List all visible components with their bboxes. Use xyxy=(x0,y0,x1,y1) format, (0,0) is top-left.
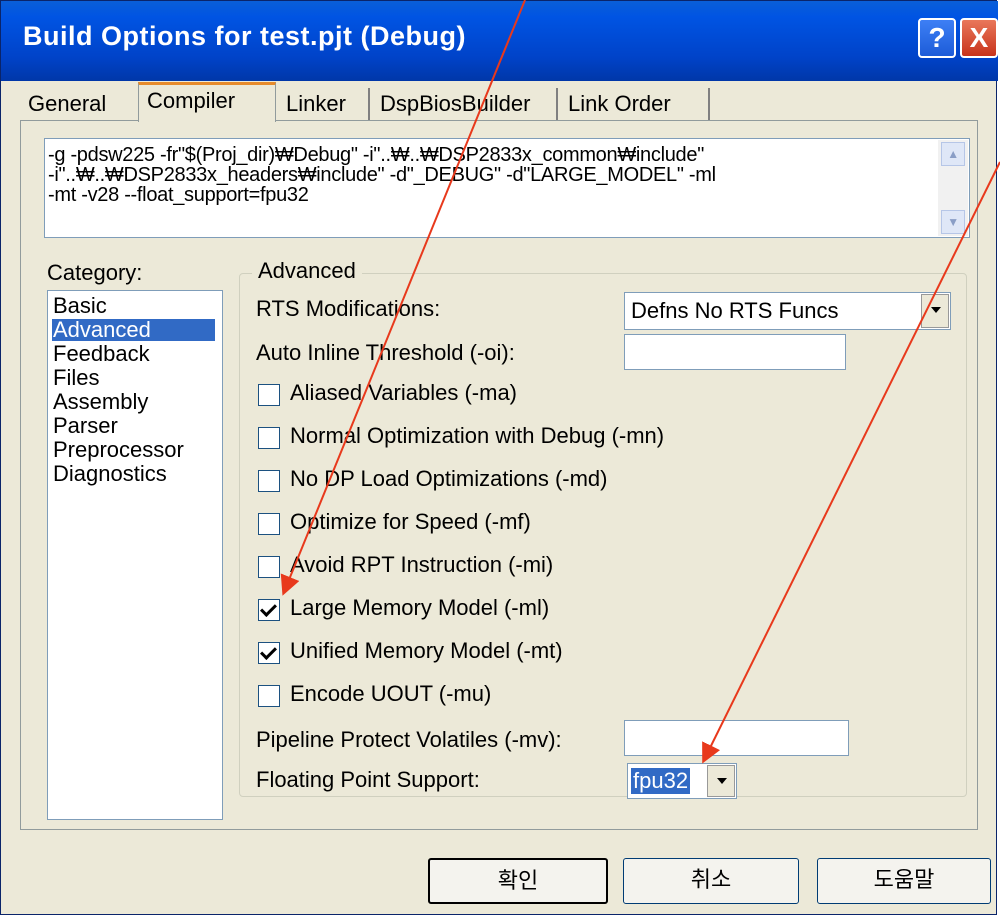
encode-uout-checkbox[interactable] xyxy=(258,685,280,707)
category-item-diagnostics[interactable]: Diagnostics xyxy=(53,463,167,485)
category-item-parser[interactable]: Parser xyxy=(53,415,118,437)
pipeline-protect-input[interactable] xyxy=(624,720,849,756)
advanced-group-title: Advanced xyxy=(252,258,362,284)
command-line-textarea[interactable]: -g -pdsw225 -fr"$(Proj_dir)₩Debug" -i"..… xyxy=(44,138,970,238)
unified-memory-model-checkbox[interactable] xyxy=(258,642,280,664)
aliased-variables-label: Aliased Variables (-ma) xyxy=(290,380,518,405)
avoid-rpt-checkbox[interactable] xyxy=(258,556,280,578)
avoid-rpt-label: Avoid RPT Instruction (-mi) xyxy=(290,552,554,577)
normal-optimization-checkbox[interactable] xyxy=(258,427,280,449)
command-line-1: -g -pdsw225 -fr"$(Proj_dir)₩Debug" -i"..… xyxy=(48,144,704,166)
command-line-2: -i"..₩..₩DSP2833x_headers₩include" -d"_D… xyxy=(48,164,716,186)
scroll-down-icon[interactable]: ▼ xyxy=(941,210,965,234)
scroll-up-icon[interactable]: ▲ xyxy=(941,142,965,166)
pipeline-protect-label: Pipeline Protect Volatiles (-mv): xyxy=(256,727,562,752)
title-bar[interactable]: Build Options for test.pjt (Debug) ? X xyxy=(1,1,998,81)
category-item-basic[interactable]: Basic xyxy=(53,295,107,317)
chevron-down-icon[interactable] xyxy=(707,765,735,797)
auto-inline-input[interactable] xyxy=(624,334,846,370)
rts-modifications-label: RTS Modifications: xyxy=(256,296,441,321)
encode-uout-label: Encode UOUT (-mu) xyxy=(290,681,492,706)
large-memory-model-label: Large Memory Model (-ml) xyxy=(290,595,550,620)
floating-point-value: fpu32 xyxy=(631,768,691,794)
aliased-variables-checkbox[interactable] xyxy=(258,384,280,406)
category-label: Category: xyxy=(47,260,143,285)
category-item-advanced[interactable]: Advanced xyxy=(52,319,215,341)
tab-general[interactable]: General xyxy=(20,88,138,120)
auto-inline-label: Auto Inline Threshold (-oi): xyxy=(256,340,515,365)
optimize-speed-checkbox[interactable] xyxy=(258,513,280,535)
rts-modifications-select[interactable]: Defns No RTS Funcs xyxy=(624,292,951,330)
chevron-down-icon[interactable] xyxy=(921,294,949,328)
floating-point-select[interactable]: fpu32 xyxy=(627,763,737,799)
unified-memory-model-label: Unified Memory Model (-mt) xyxy=(290,638,563,663)
floating-point-label: Floating Point Support: xyxy=(256,767,480,792)
ok-button[interactable]: 확인 xyxy=(428,858,608,904)
no-dp-load-label: No DP Load Optimizations (-md) xyxy=(290,466,608,491)
command-line-scrollbar[interactable]: ▲ ▼ xyxy=(938,140,968,236)
normal-optimization-label: Normal Optimization with Debug (-mn) xyxy=(290,423,665,448)
optimize-speed-label: Optimize for Speed (-mf) xyxy=(290,509,531,534)
tab-dspbiosbuilder[interactable]: DspBiosBuilder xyxy=(372,88,558,120)
help-button[interactable]: 도움말 xyxy=(817,858,991,904)
category-item-preprocessor[interactable]: Preprocessor xyxy=(53,439,184,461)
window-title: Build Options for test.pjt (Debug) xyxy=(23,21,466,51)
tab-link-order[interactable]: Link Order xyxy=(560,88,710,120)
category-item-feedback[interactable]: Feedback xyxy=(53,343,150,365)
no-dp-load-checkbox[interactable] xyxy=(258,470,280,492)
tab-compiler[interactable]: Compiler xyxy=(138,82,276,122)
help-icon[interactable]: ? xyxy=(918,18,956,58)
large-memory-model-checkbox[interactable] xyxy=(258,599,280,621)
category-item-files[interactable]: Files xyxy=(53,367,99,389)
tab-linker[interactable]: Linker xyxy=(278,88,370,120)
command-line-3: -mt -v28 --float_support=fpu32 xyxy=(48,184,309,206)
category-item-assembly[interactable]: Assembly xyxy=(53,391,148,413)
cancel-button[interactable]: 취소 xyxy=(623,858,799,904)
category-list[interactable]: Basic Advanced Feedback Files Assembly P… xyxy=(47,290,223,820)
rts-modifications-value: Defns No RTS Funcs xyxy=(631,298,839,323)
close-icon[interactable]: X xyxy=(960,18,998,58)
